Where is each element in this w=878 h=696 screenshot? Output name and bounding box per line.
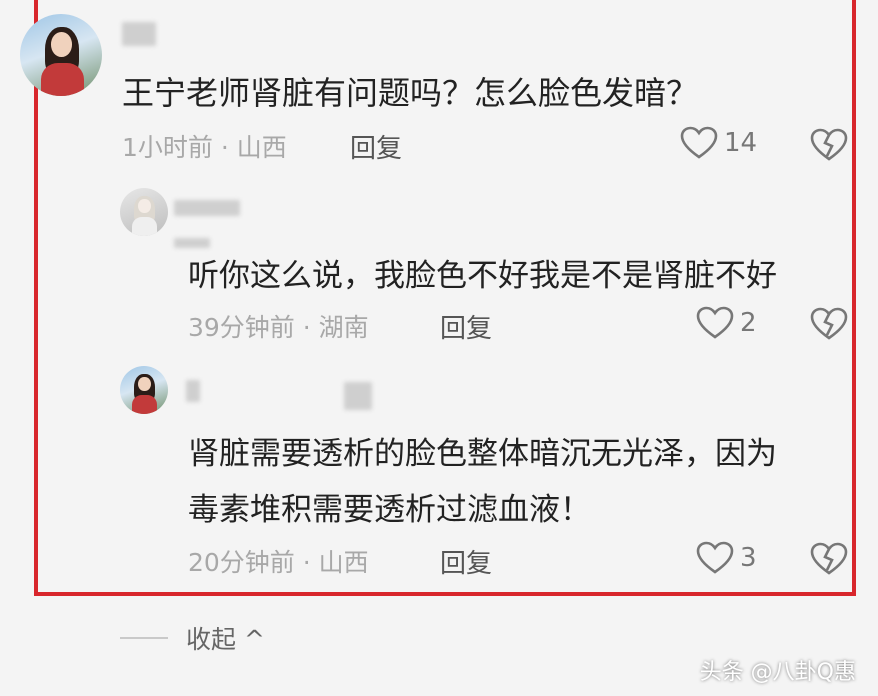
username-redacted (186, 380, 200, 402)
like-count: 2 (740, 308, 757, 338)
username-redacted (122, 22, 156, 46)
username-redacted (344, 382, 372, 410)
dislike-icon[interactable] (810, 307, 848, 341)
watermark: 头条 @八卦Q惠 (699, 660, 856, 685)
comment-meta: 1小时前 · 山西 (122, 133, 287, 162)
heart-icon (696, 306, 734, 340)
comment-text: 听你这么说，我脸色不好我是不是肾脏不好 (188, 258, 777, 294)
avatar[interactable] (120, 188, 168, 236)
dislike-icon[interactable] (810, 542, 848, 576)
like-count: 14 (724, 128, 758, 158)
reply-button[interactable]: 回复 (440, 543, 492, 580)
comment-meta: 20分钟前 · 山西 (188, 548, 369, 577)
heart-icon (696, 541, 734, 575)
username-redacted (174, 238, 210, 248)
comment-text-line2: 毒素堆积需要透析过滤血液！ (188, 492, 591, 528)
dislike-icon[interactable] (810, 128, 848, 162)
comment-text-line1: 肾脏需要透析的脸色整体暗沉无光泽，因为 (188, 436, 777, 472)
comment-text: 王宁老师肾脏有问题吗？怎么脸色发暗？ (122, 74, 699, 112)
like-button[interactable]: 2 (696, 306, 757, 340)
comment-meta: 39分钟前 · 湖南 (188, 313, 369, 342)
like-button[interactable]: 14 (680, 126, 757, 160)
username-redacted (174, 200, 240, 216)
collapse-label: 收起 ^ (186, 625, 265, 654)
like-button[interactable]: 3 (696, 541, 757, 575)
collapse-replies-button[interactable]: 收起 ^ (120, 620, 265, 656)
heart-icon (680, 126, 718, 160)
like-count: 3 (740, 543, 757, 573)
avatar[interactable] (120, 366, 168, 414)
divider (120, 637, 168, 639)
avatar[interactable] (20, 14, 102, 96)
reply-button[interactable]: 回复 (350, 128, 402, 165)
reply-button[interactable]: 回复 (440, 308, 492, 345)
